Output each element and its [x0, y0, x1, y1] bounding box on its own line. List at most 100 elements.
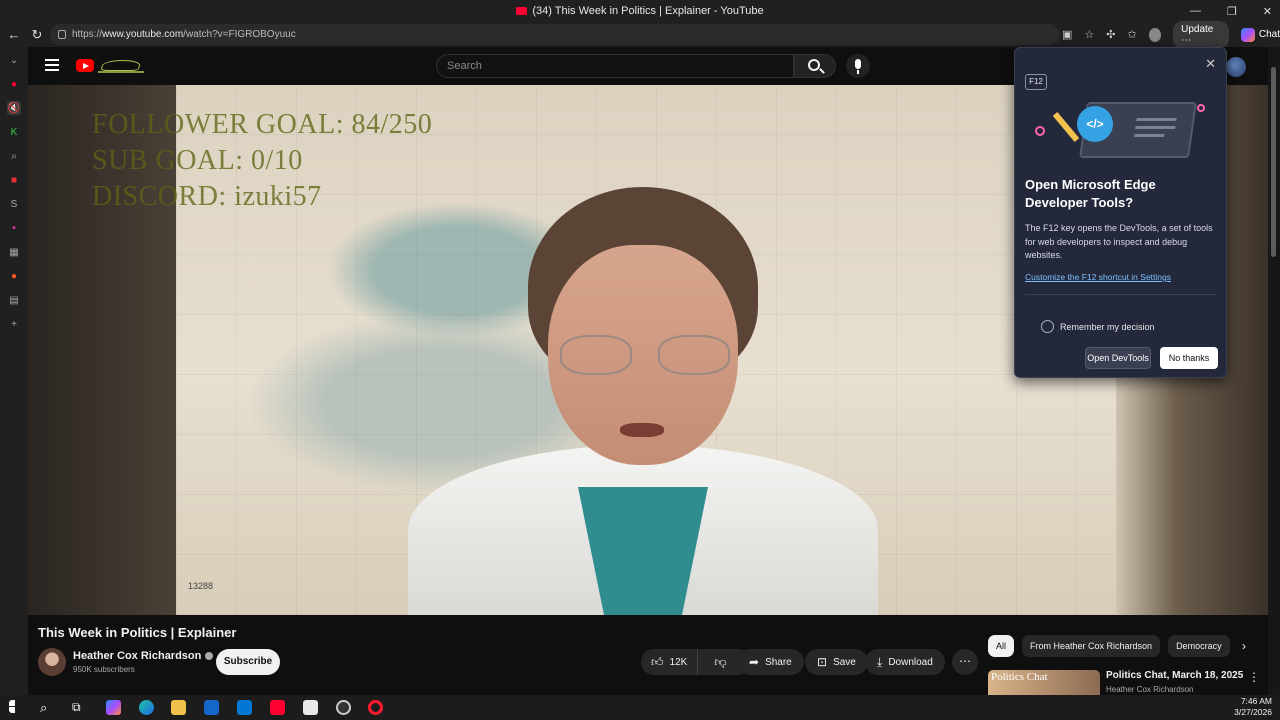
notepad-icon[interactable] — [303, 700, 318, 715]
share-button[interactable]: ➦ Share — [737, 649, 804, 675]
youtube-taskbar-icon[interactable] — [270, 700, 285, 715]
tab-pink-icon[interactable]: • — [7, 221, 21, 235]
channel-name[interactable]: Heather Cox Richardson — [73, 650, 201, 662]
sub-goal-text: SUB GOAL: 0/10 — [92, 145, 303, 176]
discord-text: DISCORD: izuki57 — [92, 181, 322, 212]
obs-icon[interactable] — [336, 700, 351, 715]
opera-icon[interactable] — [368, 700, 383, 715]
new-tab-plus-icon[interactable]: + — [7, 317, 21, 331]
favorite-star-icon[interactable]: ☆ — [1084, 28, 1094, 41]
back-arrow-icon[interactable]: ← — [2, 27, 26, 42]
close-icon[interactable]: ✕ — [1205, 56, 1216, 72]
tab-youtube-icon[interactable]: ● — [7, 77, 21, 91]
account-avatar[interactable] — [1226, 57, 1246, 77]
download-label: Download — [888, 656, 933, 668]
download-button[interactable]: ⤓ Download — [865, 649, 945, 675]
system-clock[interactable]: 7:46 AM 3/27/2026 — [1234, 696, 1272, 718]
windows-start-icon[interactable] — [9, 700, 15, 713]
share-label: Share — [765, 656, 792, 668]
address-bar[interactable]: https://www.youtube.com/watch?v=FIGROBOy… — [50, 24, 1060, 45]
copilot-icon — [1240, 27, 1255, 42]
voice-search-button[interactable] — [846, 54, 870, 78]
recommendation-title[interactable]: Politics Chat, March 18, 2025 — [1106, 670, 1243, 681]
remember-decision-row[interactable]: Remember my decision — [1041, 320, 1155, 333]
update-button[interactable]: Update ⋯ — [1173, 20, 1229, 49]
chip-democracy[interactable]: Democracy — [1168, 635, 1230, 657]
more-actions-icon[interactable]: ⋯ — [952, 649, 978, 675]
download-icon: ⤓ — [877, 654, 883, 669]
tab-red-icon[interactable]: ■ — [7, 173, 21, 187]
page-scrollbar[interactable] — [1268, 47, 1280, 695]
tab-muted-icon[interactable]: 🔇 — [7, 101, 21, 115]
search-button[interactable] — [794, 54, 836, 78]
f12-key-badge: F12 — [1025, 74, 1047, 90]
tab-box-icon[interactable]: ▦ — [7, 245, 21, 259]
refresh-icon[interactable]: ↻ — [25, 27, 49, 43]
profile-avatar[interactable] — [1148, 27, 1162, 42]
share-arrow-icon: ➦ — [749, 655, 760, 669]
app-available-icon[interactable]: ▣ — [1062, 28, 1072, 41]
copilot-taskbar-icon[interactable] — [106, 700, 121, 715]
microphone-icon — [855, 59, 861, 69]
customize-shortcut-link[interactable]: Customize the F12 shortcut in Settings — [1025, 272, 1171, 282]
code-brackets-icon: </> — [1077, 106, 1113, 142]
url-scheme: https:// — [72, 29, 103, 40]
window-title: (34) This Week in Politics | Explainer -… — [532, 5, 764, 17]
open-devtools-button[interactable]: Open DevTools — [1085, 347, 1151, 369]
verified-badge-icon — [205, 652, 214, 661]
tab-reddit-icon[interactable]: ● — [7, 269, 21, 283]
no-thanks-button[interactable]: No thanks — [1160, 347, 1218, 369]
subscriber-count: 950K subscribers — [73, 665, 135, 674]
like-button[interactable]: 👍︎ 12K — [641, 649, 699, 675]
channel-avatar[interactable] — [38, 648, 66, 676]
restore-button[interactable]: ❐ — [1227, 5, 1237, 18]
dialog-title: Open Microsoft Edge Developer Tools? — [1025, 177, 1156, 210]
chat-label: Chat — [1258, 29, 1280, 40]
remember-decision-checkbox[interactable] — [1041, 320, 1054, 333]
dialog-description: The F12 key opens the DevTools, a set of… — [1025, 223, 1213, 260]
video-info-bar: This Week in Politics | Explainer Heathe… — [28, 615, 1268, 695]
copilot-chat-button[interactable]: Chat — [1240, 27, 1280, 42]
task-view-icon[interactable]: ⧉ — [72, 700, 87, 715]
related-chips: All From Heather Cox Richardson Democrac… — [988, 635, 1258, 661]
url-host: www.youtube.com — [102, 29, 184, 40]
tab-search-icon[interactable]: ⌕ — [7, 149, 21, 163]
mail-icon[interactable] — [237, 700, 252, 715]
dialog-divider — [1025, 294, 1217, 295]
recommendation-menu-icon[interactable]: ⋮ — [1248, 670, 1260, 684]
collapse-chevron-icon[interactable]: ⌄ — [7, 53, 21, 67]
stream-goal-overlay: FOLLOWER GOAL: 84/250 SUB GOAL: 0/10 DIS… — [92, 107, 432, 215]
favorites-icon[interactable]: ✩ — [1128, 28, 1137, 41]
lock-icon — [58, 30, 66, 39]
recommendation-thumbnail[interactable]: Politics Chat — [988, 670, 1100, 695]
close-window-button[interactable]: ✕ — [1263, 5, 1272, 18]
channel-name-row[interactable]: Heather Cox Richardson — [73, 650, 214, 662]
dislike-button[interactable]: 👎︎ — [704, 655, 736, 670]
chevron-right-icon[interactable]: › — [1234, 635, 1254, 657]
store-icon[interactable] — [204, 700, 219, 715]
tab-s-icon[interactable]: S — [7, 197, 21, 211]
menu-hamburger-icon[interactable] — [45, 59, 59, 71]
devtools-illustration: </> — [1035, 96, 1211, 160]
minimize-button[interactable]: — — [1190, 5, 1201, 17]
subscribe-button[interactable]: Subscribe — [216, 649, 280, 675]
chip-all[interactable]: All — [988, 635, 1015, 657]
edge-browser-icon[interactable] — [139, 700, 154, 715]
taskbar-search-icon[interactable]: ⌕ — [40, 700, 55, 715]
youtube-logo-icon[interactable] — [76, 59, 94, 72]
update-label: Update — [1181, 23, 1214, 35]
file-explorer-icon[interactable] — [171, 700, 186, 715]
like-dislike-group: 👍︎ 12K 👎︎ — [641, 649, 751, 675]
extensions-icon[interactable]: ✣ — [1106, 28, 1115, 41]
tab-doc-icon[interactable]: ▤ — [7, 293, 21, 307]
recommendation-item[interactable]: Politics Chat Politics Chat, March 18, 2… — [988, 670, 1258, 695]
chart-number: 13288 — [188, 581, 214, 591]
search-input[interactable]: Search — [436, 54, 794, 78]
youtube-favicon-icon — [516, 7, 528, 15]
presenter-figure — [408, 187, 878, 615]
youtube-doodle-logo[interactable] — [98, 58, 144, 73]
tab-k-icon[interactable]: K — [7, 125, 21, 139]
save-button[interactable]: ⊡ Save — [805, 649, 868, 675]
edge-vertical-tabs: ⌄ ● 🔇 K ⌕ ■ S • ▦ ● ▤ + — [0, 47, 28, 695]
chip-from-channel[interactable]: From Heather Cox Richardson — [1022, 635, 1161, 657]
